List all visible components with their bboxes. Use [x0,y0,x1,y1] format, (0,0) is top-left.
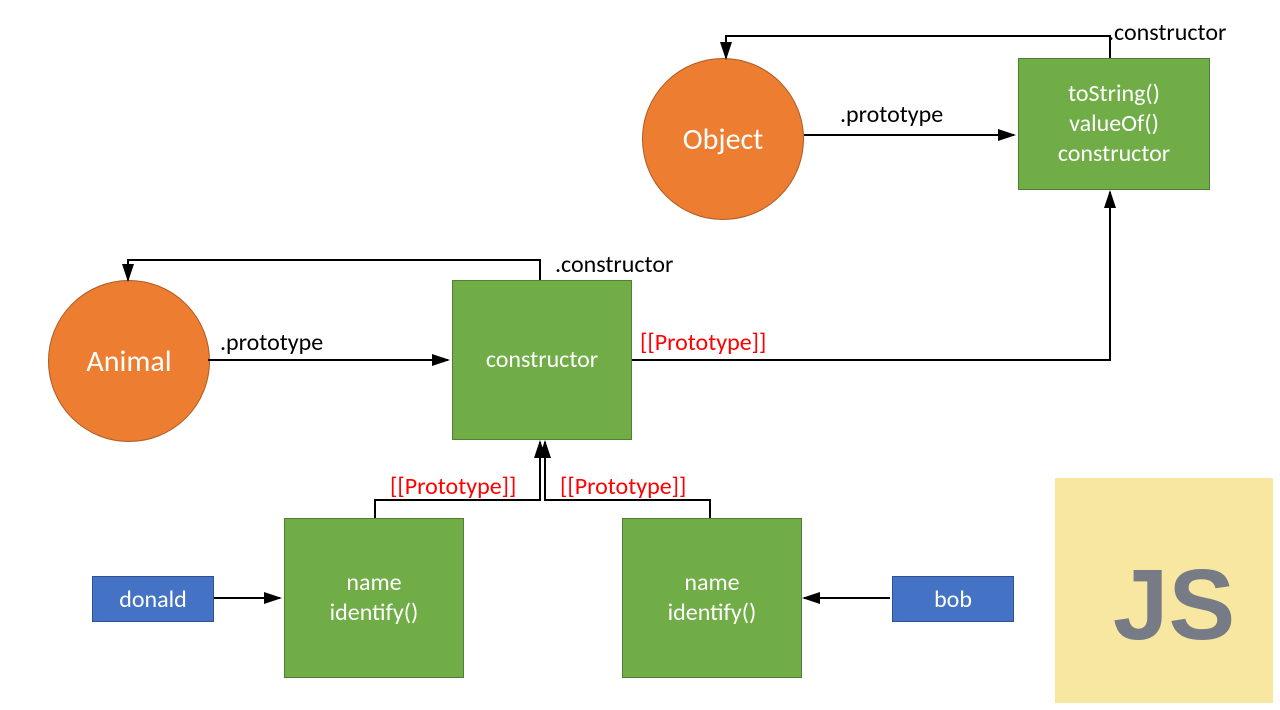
label-object-prototype: .prototype [840,100,943,129]
instance-left-line1: name [346,568,401,598]
animal-circle: Animal [48,280,210,442]
label-right-instance-proto: [[Prototype]] [560,472,686,501]
label-animal-constructor: .constructor [555,250,673,279]
object-prototype-line1: toString() [1068,79,1160,109]
instance-right-line1: name [684,568,739,598]
instance-left-line2: identify() [330,598,419,628]
animal-circle-label: Animal [86,343,171,380]
donald-var-box: donald [92,576,214,622]
label-object-constructor: .constructor [1108,18,1226,47]
object-prototype-line3: constructor [1058,139,1170,169]
animal-prototype-box: constructor [452,280,632,440]
label-left-instance-proto: [[Prototype]] [390,472,516,501]
label-animal-proto-chain: [[Prototype]] [640,328,766,357]
js-badge-box: JS [1055,478,1273,703]
object-prototype-box: toString() valueOf() constructor [1018,58,1210,190]
bob-var-label: bob [934,585,972,614]
donald-var-label: donald [119,585,187,614]
animal-prototype-label: constructor [486,345,598,375]
instance-right-line2: identify() [668,598,757,628]
object-circle-label: Object [683,121,763,158]
instance-right-box: name identify() [622,518,802,678]
instance-left-box: name identify() [284,518,464,678]
object-circle: Object [642,58,804,220]
bob-var-box: bob [892,576,1014,622]
label-animal-prototype: .prototype [220,328,323,357]
object-prototype-line2: valueOf() [1069,109,1159,139]
js-badge-text: JS [1113,548,1235,663]
